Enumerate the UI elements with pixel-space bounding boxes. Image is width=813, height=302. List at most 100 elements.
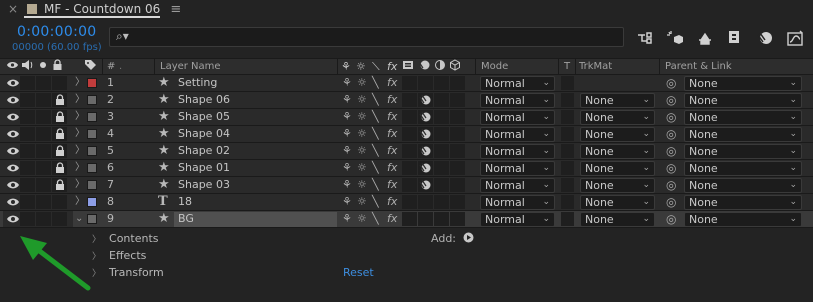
3d-layer-toggle[interactable] [450, 144, 465, 158]
blend-mode-select[interactable]: Normal ⌄ [480, 110, 555, 125]
3d-layer-toggle[interactable] [450, 93, 465, 107]
trkmat-column-header[interactable]: TrkMat [579, 59, 612, 75]
effect-switch-icon[interactable]: fx [387, 160, 397, 176]
adjustment-toggle[interactable] [434, 144, 449, 158]
solo-toggle[interactable] [36, 127, 51, 141]
lock-toggle[interactable] [52, 212, 67, 226]
label-column-tag-icon[interactable] [84, 59, 97, 75]
adjustment-toggle[interactable] [434, 161, 449, 175]
effect-switch-header-icon[interactable]: fx [387, 59, 397, 75]
quality-switch-icon[interactable]: ╲ [372, 211, 379, 227]
transform-reset-link[interactable]: Reset [343, 266, 374, 279]
effect-switch-icon[interactable]: fx [387, 194, 397, 210]
trkmat-select[interactable]: None ⌄ [580, 178, 655, 193]
chevron-right-icon[interactable]: 〉 [75, 75, 85, 91]
motion-blur-switch-header-icon[interactable] [418, 59, 430, 75]
visibility-eye-icon[interactable] [5, 194, 21, 210]
pick-whip-icon[interactable]: ◎ [666, 143, 676, 159]
label-color-swatch[interactable] [87, 95, 97, 105]
effect-switch-icon[interactable]: fx [387, 126, 397, 142]
motion-blur-toggle[interactable] [418, 212, 433, 226]
chevron-right-icon[interactable]: 〉 [75, 177, 85, 193]
quality-switch-icon[interactable]: ╲ [372, 126, 379, 142]
lock-column-lock-icon[interactable] [52, 59, 63, 75]
layer-row[interactable]: 〉 2 ★ Shape 06 ⚘ ☼ ╲ fx Normal ⌄ None ⌄ ◎ None ⌄ [0, 92, 813, 109]
motion-blur-toggle[interactable] [418, 195, 433, 209]
label-color-swatch[interactable] [87, 180, 97, 190]
blend-mode-select[interactable]: Normal ⌄ [480, 178, 555, 193]
collapse-switch-icon[interactable]: ☼ [357, 126, 367, 142]
preserve-transparency-toggle[interactable] [561, 110, 574, 124]
blend-mode-select[interactable]: Normal ⌄ [480, 144, 555, 159]
pick-whip-icon[interactable]: ◎ [666, 160, 676, 176]
trkmat-select[interactable]: None ⌄ [580, 110, 655, 125]
quality-switch-icon[interactable]: ╲ [372, 160, 379, 176]
motion-blur-button[interactable] [750, 27, 780, 49]
frame-blend-toggle[interactable] [402, 178, 417, 192]
effect-switch-icon[interactable]: fx [387, 75, 397, 91]
adjustment-toggle[interactable] [434, 127, 449, 141]
frame-blend-toggle[interactable] [402, 127, 417, 141]
pick-whip-icon[interactable]: ◎ [666, 211, 676, 227]
solo-toggle[interactable] [36, 76, 51, 90]
audio-column-speaker-icon[interactable] [21, 59, 34, 75]
trkmat-select[interactable]: None ⌄ [580, 127, 655, 142]
layer-name[interactable]: Shape 01 [178, 160, 230, 176]
solo-column-dot-icon[interactable] [38, 59, 48, 75]
lock-icon[interactable] [54, 111, 66, 123]
effect-switch-icon[interactable]: fx [387, 109, 397, 125]
shy-switch-icon[interactable]: ⚘ [342, 160, 352, 176]
layer-row[interactable]: 〉 3 ★ Shape 05 ⚘ ☼ ╲ fx Normal ⌄ None ⌄ ◎ None ⌄ [0, 109, 813, 126]
video-column-eye-icon[interactable] [6, 59, 19, 75]
preserve-transparency-toggle[interactable] [561, 161, 574, 175]
current-time-display[interactable]: 0:00:00:00 [17, 24, 97, 40]
visibility-eye-icon[interactable] [5, 75, 21, 91]
shy-switch-icon[interactable]: ⚘ [342, 177, 352, 193]
graph-editor-button[interactable] [780, 27, 810, 49]
audio-toggle[interactable] [20, 110, 35, 124]
shy-switch-header-icon[interactable]: ⚘ [341, 59, 351, 75]
audio-toggle[interactable] [20, 93, 35, 107]
solo-toggle[interactable] [36, 195, 51, 209]
visibility-eye-icon[interactable] [5, 143, 21, 159]
label-color-swatch[interactable] [87, 163, 97, 173]
preserve-transparency-toggle[interactable] [561, 93, 574, 107]
blend-mode-select[interactable]: Normal ⌄ [480, 93, 555, 108]
preserve-transparency-toggle[interactable] [561, 76, 574, 90]
visibility-eye-icon[interactable] [5, 92, 21, 108]
lock-icon[interactable] [54, 162, 66, 174]
collapse-switch-icon[interactable]: ☼ [357, 211, 367, 227]
collapse-switch-icon[interactable]: ☼ [357, 194, 367, 210]
visibility-eye-icon[interactable] [5, 177, 21, 193]
shy-switch-icon[interactable]: ⚘ [342, 126, 352, 142]
quality-switch-icon[interactable]: ╲ [372, 109, 379, 125]
3d-layer-toggle[interactable] [450, 212, 465, 226]
3d-layer-toggle[interactable] [450, 195, 465, 209]
effects-group[interactable]: 〉 Effects [92, 249, 146, 262]
lock-icon[interactable] [54, 94, 66, 106]
3d-layer-toggle[interactable] [450, 178, 465, 192]
trkmat-select[interactable]: None ⌄ [580, 93, 655, 108]
solo-toggle[interactable] [36, 144, 51, 158]
label-color-swatch[interactable] [87, 197, 97, 207]
motion-blur-toggle[interactable] [418, 76, 433, 90]
shy-switch-icon[interactable]: ⚘ [342, 109, 352, 125]
draft-3d-button[interactable] [660, 27, 690, 49]
adjustment-toggle[interactable] [434, 195, 449, 209]
trkmat-select[interactable]: None ⌄ [580, 212, 655, 227]
blend-mode-select[interactable]: Normal ⌄ [480, 76, 555, 91]
quality-switch-icon[interactable]: ╲ [372, 75, 379, 91]
effect-switch-icon[interactable]: fx [387, 211, 397, 227]
solo-toggle[interactable] [36, 93, 51, 107]
audio-toggle[interactable] [20, 212, 35, 226]
shy-switch-icon[interactable]: ⚘ [342, 92, 352, 108]
collapse-switch-icon[interactable]: ☼ [357, 160, 367, 176]
pick-whip-icon[interactable]: ◎ [666, 177, 676, 193]
3d-layer-toggle[interactable] [450, 110, 465, 124]
parent-select[interactable]: None ⌄ [684, 195, 802, 210]
comp-mini-flowchart-button[interactable] [630, 27, 660, 49]
chevron-right-icon[interactable]: 〉 [75, 109, 85, 125]
adjustment-toggle[interactable] [434, 93, 449, 107]
adjustment-toggle[interactable] [434, 110, 449, 124]
layer-row[interactable]: 〉 6 ★ Shape 01 ⚘ ☼ ╲ fx Normal ⌄ None ⌄ ◎ None ⌄ [0, 160, 813, 177]
